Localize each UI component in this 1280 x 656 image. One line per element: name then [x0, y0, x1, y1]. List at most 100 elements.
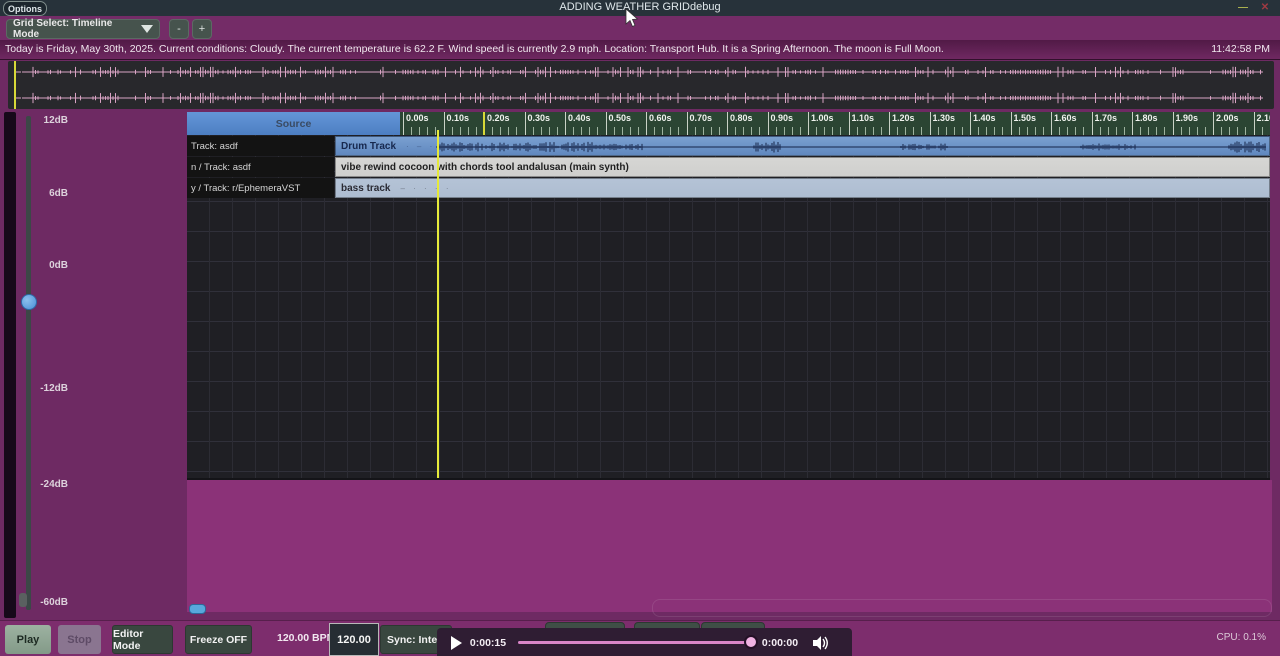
ruler-minor-tick: [589, 127, 590, 135]
db-scale-label: -60dB: [18, 597, 68, 608]
track-header[interactable]: y / Track: r/EphemeraVST: [187, 178, 334, 198]
ruler-minor-tick: [840, 127, 841, 135]
ruler-minor-tick: [1100, 127, 1101, 135]
clip-waveform: [336, 137, 1270, 156]
ruler-minor-tick: [857, 127, 858, 135]
ruler-tick: [930, 112, 931, 135]
ruler-minor-tick: [711, 127, 712, 135]
ruler-tick: [727, 112, 728, 135]
ruler-tick-label: 1.70s: [1095, 113, 1118, 123]
timeline-ruler[interactable]: 0.00s0.10s0.20s0.30s0.40s0.50s0.60s0.70s…: [400, 112, 1270, 135]
ruler-tick-label: 1.50s: [1014, 113, 1037, 123]
ruler-minor-tick: [654, 127, 655, 135]
ruler-minor-tick: [735, 127, 736, 135]
ruler-tick: [1213, 112, 1214, 135]
ruler-minor-tick: [816, 127, 817, 135]
ruler-tick-label: 1.20s: [892, 113, 915, 123]
grid-zoom-out-button[interactable]: -: [169, 19, 189, 39]
ruler-minor-tick: [1229, 127, 1230, 135]
grid-zoom-in-button[interactable]: +: [192, 19, 212, 39]
hscrollbar-thumb[interactable]: [189, 604, 206, 614]
clip[interactable]: bass track– · · · ·: [335, 178, 1270, 198]
ruler-minor-tick: [1019, 127, 1020, 135]
ruler-tick-label: 0.10s: [447, 113, 470, 123]
clip[interactable]: vibe rewind cocoon with chords tool anda…: [335, 157, 1270, 177]
ruler-tick: [970, 112, 971, 135]
daw-window: Options ADDING WEATHER GRIDdebug — ✕ Gri…: [0, 0, 1280, 656]
ruler-minor-tick: [1140, 127, 1141, 135]
ruler-minor-tick: [678, 127, 679, 135]
ruler-minor-tick: [719, 127, 720, 135]
ruler-minor-tick: [670, 127, 671, 135]
ruler-minor-tick: [800, 127, 801, 135]
ruler-minor-tick: [638, 127, 639, 135]
ruler-minor-tick: [938, 127, 939, 135]
db-scale-label: 12dB: [18, 115, 68, 126]
ruler-minor-tick: [824, 127, 825, 135]
ruler-minor-tick: [873, 127, 874, 135]
ruler-tick-label: 0.20s: [487, 113, 510, 123]
ruler-minor-tick: [1164, 127, 1165, 135]
ruler-tick: [1173, 112, 1174, 135]
ruler-tick: [1132, 112, 1133, 135]
title-bar: Options ADDING WEATHER GRIDdebug — ✕: [0, 0, 1280, 16]
ruler-minor-tick: [622, 127, 623, 135]
ruler-tick-label: 1.90s: [1176, 113, 1199, 123]
ruler-minor-tick: [549, 127, 550, 135]
db-scale-label: 0dB: [18, 260, 68, 271]
track-header-label: y / Track: r/EphemeraVST: [191, 183, 300, 194]
ruler-tick-label: 2.00s: [1216, 113, 1239, 123]
speaker-icon[interactable]: [812, 635, 830, 651]
ruler-minor-tick: [460, 127, 461, 135]
ruler-tick-label: 1.40s: [973, 113, 996, 123]
ruler-tick-label: 0.30s: [528, 113, 551, 123]
weather-text: Today is Friday, May 30th, 2025. Current…: [5, 43, 944, 55]
source-header[interactable]: Source: [187, 112, 400, 135]
close-icon[interactable]: ✕: [1258, 2, 1272, 13]
track-header-label: n / Track: asdf: [191, 162, 251, 173]
freeze-button[interactable]: Freeze OFF: [185, 625, 252, 654]
ruler-tick: [1051, 112, 1052, 135]
volume-fader-handle[interactable]: [21, 294, 37, 310]
ruler-minor-tick: [978, 127, 979, 135]
clip-label: vibe rewind cocoon with chords tool anda…: [336, 162, 629, 173]
track-header[interactable]: n / Track: asdf: [187, 157, 334, 177]
media-seek-slider[interactable]: [518, 641, 750, 644]
ruler-minor-tick: [541, 127, 542, 135]
chevron-down-icon: [141, 25, 153, 33]
ruler-minor-tick: [500, 127, 501, 135]
hscrollbar-track[interactable]: [652, 599, 1272, 617]
ruler-minor-tick: [1221, 127, 1222, 135]
ruler-minor-tick: [792, 127, 793, 135]
ruler-marker: [483, 112, 485, 135]
editor-mode-button[interactable]: Editor Mode: [112, 625, 173, 654]
media-seek-knob[interactable]: [744, 635, 758, 649]
master-waveform-panel[interactable]: [8, 61, 1274, 109]
lower-panel: [187, 480, 1272, 612]
track-header[interactable]: Track: asdf: [187, 136, 334, 156]
ruler-minor-tick: [865, 127, 866, 135]
db-scale-label: 6dB: [18, 188, 68, 199]
mouse-cursor: [625, 8, 639, 28]
ruler-minor-tick: [508, 127, 509, 135]
ruler-minor-tick: [581, 127, 582, 135]
ruler-minor-tick: [557, 127, 558, 135]
stop-button[interactable]: Stop: [58, 625, 101, 654]
ruler-minor-tick: [954, 127, 955, 135]
ruler-minor-tick: [784, 127, 785, 135]
media-play-icon[interactable]: [451, 636, 462, 650]
ruler-tick: [889, 112, 890, 135]
ruler-minor-tick: [1262, 127, 1263, 135]
ruler-minor-tick: [630, 127, 631, 135]
ruler-minor-tick: [905, 127, 906, 135]
ruler-minor-tick: [1205, 127, 1206, 135]
clip[interactable]: Drum Track· – ·: [335, 136, 1270, 156]
bpm-input[interactable]: 120.00: [329, 623, 379, 656]
grid-select-dropdown[interactable]: Grid Select: Timeline Mode: [6, 19, 160, 39]
minimize-icon[interactable]: —: [1236, 2, 1250, 13]
play-button[interactable]: Play: [5, 625, 51, 654]
clock: 11:42:58 PM: [1211, 43, 1270, 55]
ruler-tick-label: 1.30s: [933, 113, 956, 123]
ruler-tick: [606, 112, 607, 135]
ruler-minor-tick: [1189, 127, 1190, 135]
